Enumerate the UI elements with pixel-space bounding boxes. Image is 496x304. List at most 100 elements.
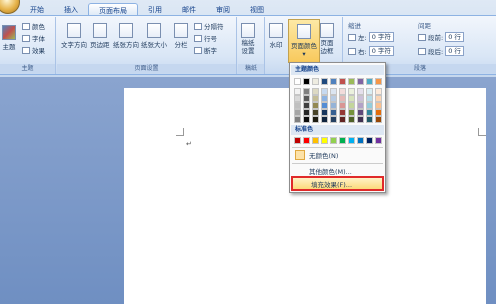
- theme-color-shade-swatch[interactable]: [294, 109, 301, 116]
- fill-effects-item[interactable]: 填充效果(F)...: [291, 176, 384, 191]
- theme-color-shade-swatch[interactable]: [366, 116, 373, 123]
- theme-color-shade-swatch[interactable]: [375, 88, 382, 95]
- theme-color-shade-swatch[interactable]: [375, 102, 382, 109]
- theme-color-shade-swatch[interactable]: [366, 102, 373, 109]
- manuscript-button[interactable]: 稿纸 设置: [241, 23, 255, 55]
- theme-color-swatch[interactable]: [366, 78, 373, 85]
- standard-color-swatch[interactable]: [339, 137, 346, 144]
- theme-color-shade-swatch[interactable]: [330, 102, 337, 109]
- theme-fonts-button[interactable]: 字体: [22, 33, 45, 43]
- theme-color-shade-swatch[interactable]: [312, 88, 319, 95]
- theme-color-shade-swatch[interactable]: [321, 95, 328, 102]
- theme-color-shade-swatch[interactable]: [357, 109, 364, 116]
- theme-color-swatch[interactable]: [375, 78, 382, 85]
- breaks-label: 分隔符: [204, 23, 224, 31]
- standard-color-swatch[interactable]: [321, 137, 328, 144]
- theme-color-shade-swatch[interactable]: [303, 102, 310, 109]
- theme-color-shade-swatch[interactable]: [321, 88, 328, 95]
- theme-color-shade-swatch[interactable]: [348, 88, 355, 95]
- standard-color-swatch[interactable]: [348, 137, 355, 144]
- standard-color-swatch[interactable]: [357, 137, 364, 144]
- theme-color-shade-swatch[interactable]: [294, 88, 301, 95]
- page-borders-icon: [320, 23, 334, 38]
- theme-color-shade-swatch[interactable]: [312, 109, 319, 116]
- effects-icon: [22, 46, 30, 54]
- theme-color-shade-swatch[interactable]: [339, 102, 346, 109]
- page-borders-label: 页面 边框: [320, 39, 334, 55]
- theme-color-swatch[interactable]: [348, 78, 355, 85]
- theme-color-shade-swatch[interactable]: [321, 109, 328, 116]
- standard-color-swatch[interactable]: [366, 137, 373, 144]
- theme-color-swatch[interactable]: [321, 78, 328, 85]
- theme-color-shade-swatch[interactable]: [348, 95, 355, 102]
- theme-color-shade-swatch[interactable]: [330, 109, 337, 116]
- theme-color-shade-swatch[interactable]: [330, 116, 337, 123]
- theme-colors-button[interactable]: 颜色: [22, 21, 45, 31]
- theme-color-shade-swatch[interactable]: [312, 116, 319, 123]
- line-numbers-button[interactable]: 行号: [194, 33, 217, 43]
- theme-color-shade-swatch[interactable]: [321, 116, 328, 123]
- theme-color-swatch[interactable]: [339, 78, 346, 85]
- theme-color-shade-swatch[interactable]: [366, 95, 373, 102]
- theme-color-shade-swatch[interactable]: [339, 88, 346, 95]
- page-color-button[interactable]: 页面颜色 ▾: [288, 19, 320, 63]
- theme-color-shade-swatch[interactable]: [375, 116, 382, 123]
- theme-color-swatch[interactable]: [312, 78, 319, 85]
- theme-color-shade-swatch[interactable]: [366, 109, 373, 116]
- theme-color-shade-swatch[interactable]: [366, 88, 373, 95]
- indent-left-input[interactable]: 0 字符: [368, 32, 394, 42]
- theme-color-shade-swatch[interactable]: [339, 109, 346, 116]
- theme-color-swatch[interactable]: [303, 78, 310, 85]
- theme-color-shade-swatch[interactable]: [330, 95, 337, 102]
- theme-color-shade-swatch[interactable]: [375, 109, 382, 116]
- theme-color-shade-swatch[interactable]: [357, 88, 364, 95]
- theme-color-shade-swatch[interactable]: [294, 95, 301, 102]
- theme-color-shade-swatch[interactable]: [348, 102, 355, 109]
- theme-color-shade-swatch[interactable]: [330, 88, 337, 95]
- margins-button[interactable]: 页边距: [90, 23, 110, 49]
- page-borders-button[interactable]: 页面 边框: [320, 23, 334, 55]
- breaks-button[interactable]: 分隔符: [194, 21, 224, 31]
- columns-button[interactable]: 分栏: [174, 23, 188, 49]
- columns-label: 分栏: [174, 41, 188, 49]
- theme-color-swatch[interactable]: [330, 78, 337, 85]
- theme-color-shade-swatch[interactable]: [303, 95, 310, 102]
- theme-effects-label: 效果: [32, 47, 45, 55]
- theme-color-shade-swatch[interactable]: [303, 116, 310, 123]
- theme-color-shade-swatch[interactable]: [357, 102, 364, 109]
- theme-color-shade-swatch[interactable]: [321, 102, 328, 109]
- size-button[interactable]: 纸张大小: [141, 23, 167, 49]
- theme-color-shade-swatch[interactable]: [357, 116, 364, 123]
- standard-color-swatch[interactable]: [330, 137, 337, 144]
- theme-color-shade-swatch[interactable]: [303, 88, 310, 95]
- theme-effects-button[interactable]: 效果: [22, 45, 45, 55]
- standard-color-swatch[interactable]: [312, 137, 319, 144]
- theme-color-shade-swatch[interactable]: [339, 116, 346, 123]
- theme-color-shade-swatch[interactable]: [348, 109, 355, 116]
- theme-color-shade-swatch[interactable]: [303, 109, 310, 116]
- standard-color-swatch[interactable]: [303, 137, 310, 144]
- watermark-button[interactable]: 水印: [269, 23, 283, 49]
- orientation-button[interactable]: 纸张方向: [113, 23, 139, 49]
- theme-color-shade-swatch[interactable]: [294, 102, 301, 109]
- theme-color-shade-swatch[interactable]: [312, 102, 319, 109]
- theme-color-shade-swatch[interactable]: [294, 116, 301, 123]
- standard-color-swatch[interactable]: [294, 137, 301, 144]
- page-color-dropdown: 主题颜色 标准色 无颜色(N) 其他颜色(M)... 填充效果(F)...: [289, 62, 386, 193]
- hyphenation-button[interactable]: 断字: [194, 45, 217, 55]
- standard-color-swatch[interactable]: [375, 137, 382, 144]
- theme-color-swatch[interactable]: [294, 78, 301, 85]
- theme-color-shade-swatch[interactable]: [375, 95, 382, 102]
- theme-color-shade-swatch[interactable]: [357, 95, 364, 102]
- spacing-after-input[interactable]: 0 行: [445, 46, 464, 56]
- theme-color-swatch[interactable]: [357, 78, 364, 85]
- more-colors-label: 其他颜色(M)...: [309, 168, 352, 176]
- text-direction-button[interactable]: 文字方向: [61, 23, 87, 49]
- themes-button[interactable]: 主题: [2, 25, 16, 51]
- theme-color-shade-swatch[interactable]: [312, 95, 319, 102]
- theme-color-shade-swatch[interactable]: [339, 95, 346, 102]
- indent-right-input[interactable]: 0 字符: [368, 46, 394, 56]
- no-color-item[interactable]: 无颜色(N): [291, 148, 384, 162]
- spacing-before-input[interactable]: 0 行: [445, 32, 464, 42]
- theme-color-shade-swatch[interactable]: [348, 116, 355, 123]
